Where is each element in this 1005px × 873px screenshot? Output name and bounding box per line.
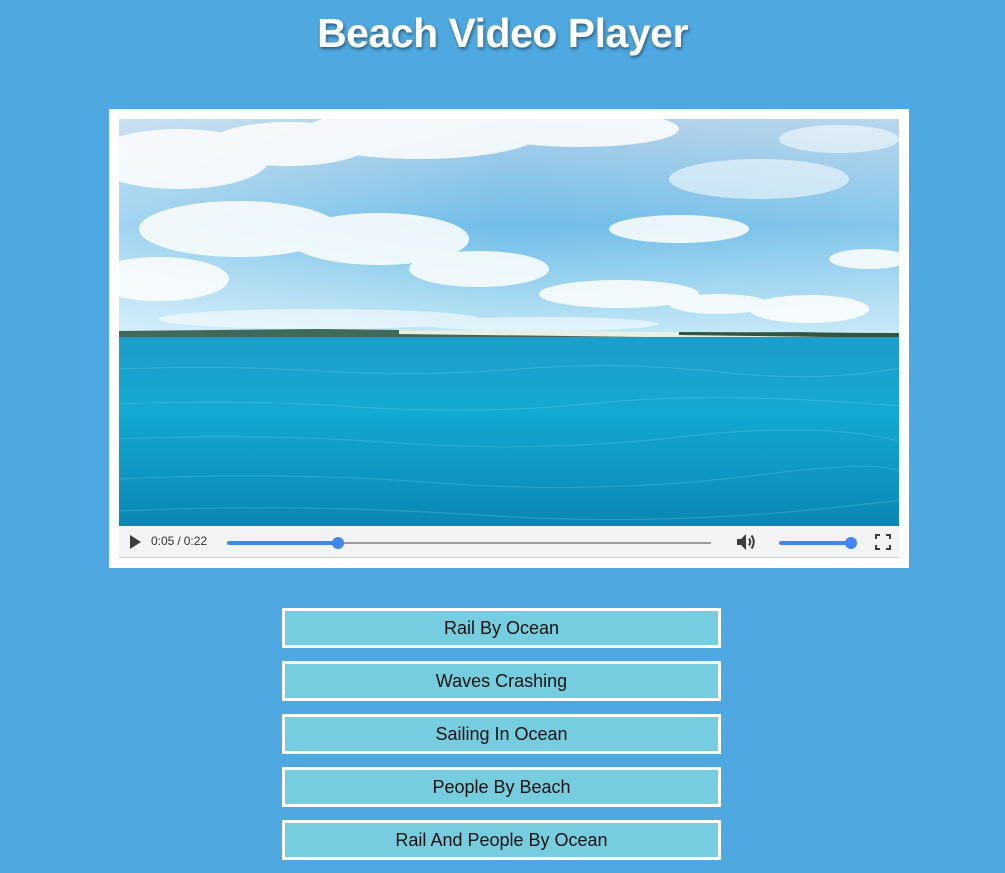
volume-icon[interactable] <box>735 532 757 552</box>
video-player[interactable]: 0:05/0:22 <box>119 119 899 558</box>
seek-slider[interactable] <box>227 537 711 549</box>
time-separator: / <box>177 534 181 548</box>
playlist-item-people-by-beach[interactable]: People By Beach <box>282 767 721 807</box>
video-frame: 0:05/0:22 <box>109 109 909 568</box>
seek-progress <box>227 541 339 545</box>
fullscreen-icon[interactable] <box>875 534 891 550</box>
playlist-item-waves-crashing[interactable]: Waves Crashing <box>282 661 721 701</box>
playlist-item-rail-and-people-by-ocean[interactable]: Rail And People By Ocean <box>282 820 721 860</box>
playlist: Rail By Ocean Waves Crashing Sailing In … <box>282 608 721 873</box>
video-controls: 0:05/0:22 <box>119 526 899 558</box>
volume-level <box>779 541 851 545</box>
playlist-item-sailing-in-ocean[interactable]: Sailing In Ocean <box>282 714 721 754</box>
seek-handle[interactable] <box>332 537 345 549</box>
playlist-item-rail-by-ocean[interactable]: Rail By Ocean <box>282 608 721 648</box>
volume-slider[interactable] <box>779 537 857 549</box>
duration: 0:22 <box>183 534 208 548</box>
current-time: 0:05 <box>151 534 175 548</box>
page-title: Beach Video Player <box>317 10 688 56</box>
volume-handle[interactable] <box>845 537 857 549</box>
play-icon[interactable] <box>126 533 144 551</box>
time-display: 0:05/0:22 <box>151 534 207 548</box>
video-frame-image[interactable] <box>119 119 899 526</box>
